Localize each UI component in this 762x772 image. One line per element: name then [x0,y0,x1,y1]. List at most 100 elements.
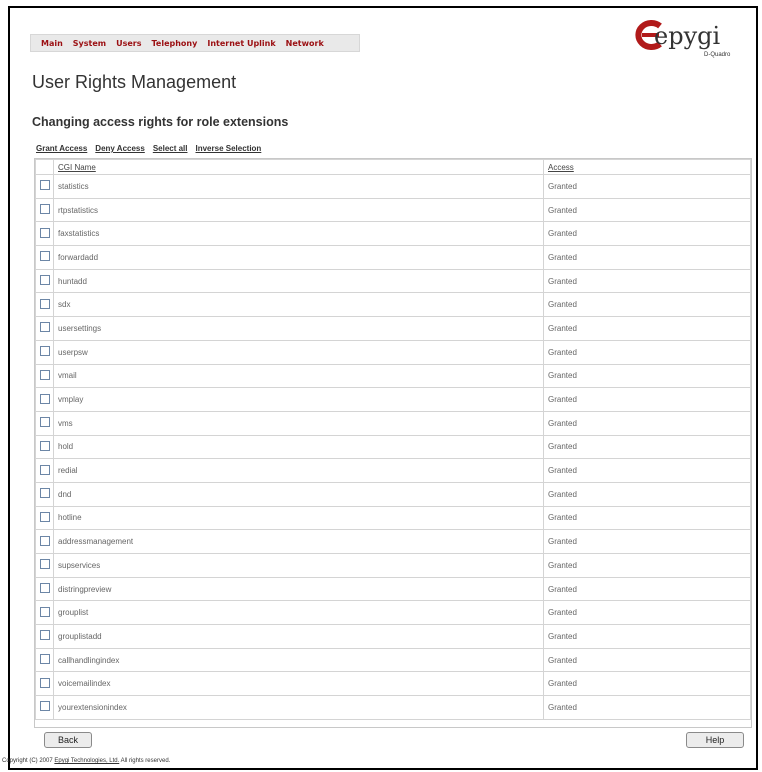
access-cell: Granted [543,174,751,199]
cgi-name-cell: supservices [53,553,544,578]
header-access[interactable]: Access [543,159,751,175]
row-checkbox[interactable] [39,369,50,380]
row-checkbox[interactable] [39,701,50,712]
row-select-cell [35,481,54,507]
table-row: grouplist Granted [35,600,751,626]
table-row: grouplistadd Granted [35,624,751,649]
row-checkbox[interactable] [39,275,50,286]
row-select-cell [35,553,54,578]
row-select-cell [35,174,54,199]
row-checkbox[interactable] [39,606,50,617]
row-checkbox[interactable] [39,535,50,546]
access-cell: Granted [543,197,751,223]
row-checkbox[interactable] [39,204,50,215]
cgi-name-cell: faxstatistics [53,221,544,247]
access-cell: Granted [543,529,751,554]
access-cell: Granted [543,268,751,294]
header-cgi-name[interactable]: CGI Name [53,159,544,175]
menu-system[interactable]: System [73,39,106,48]
row-select-cell [35,600,54,626]
row-checkbox[interactable] [39,322,50,333]
access-cell: Granted [543,695,751,720]
cgi-name-cell: hold [53,434,544,460]
table-row: faxstatistics Granted [35,221,751,247]
cgi-name-cell: vmail [53,363,544,389]
access-cell: Granted [543,481,751,507]
table-row: callhandlingindex Granted [35,647,751,673]
row-checkbox[interactable] [39,440,50,451]
row-checkbox[interactable] [39,559,50,570]
access-cell: Granted [543,292,751,318]
page-subtitle: Changing access rights for role extensio… [32,115,289,129]
logo-word: epygi [654,22,721,50]
cgi-name-cell: rtpstatistics [53,197,544,223]
deny-access-link[interactable]: Deny Access [95,144,145,153]
row-select-cell [35,339,54,365]
row-checkbox[interactable] [39,488,50,499]
row-checkbox[interactable] [39,464,50,475]
row-select-cell [35,576,54,602]
cgi-name-cell: vms [53,410,544,436]
row-checkbox[interactable] [39,583,50,594]
row-checkbox[interactable] [39,630,50,641]
row-select-cell [35,363,54,389]
help-button[interactable]: Help [686,732,744,748]
table-row: usersettings Granted [35,316,751,341]
bottom-bar: Back Help [34,732,752,748]
company-link[interactable]: Epygi Technologies, Ltd. [54,758,119,764]
inverse-selection-link[interactable]: Inverse Selection [196,144,262,153]
table-row: supservices Granted [35,553,751,578]
grant-access-link[interactable]: Grant Access [36,144,87,153]
cgi-name-cell: grouplistadd [53,624,544,649]
menu-internet-uplink[interactable]: Internet Uplink [207,39,275,48]
access-cell: Granted [543,600,751,626]
row-select-cell [35,647,54,673]
action-toolbar: Grant Access Deny Access Select all Inve… [36,144,261,153]
row-select-cell [35,292,54,318]
table-row: userpsw Granted [35,339,751,365]
cgi-name-cell: yourextensionindex [53,695,544,720]
access-cell: Granted [543,339,751,365]
menu-users[interactable]: Users [116,39,141,48]
cgi-name-cell: usersettings [53,316,544,341]
access-cell: Granted [543,434,751,460]
access-cell: Granted [543,221,751,247]
back-button[interactable]: Back [44,732,92,748]
row-select-cell [35,316,54,341]
access-cell: Granted [543,647,751,673]
access-cell: Granted [543,387,751,412]
page-frame: Main System Users Telephony Internet Upl… [8,6,758,770]
menu-main[interactable]: Main [41,39,63,48]
table-row: hotline Granted [35,505,751,531]
table-row: hold Granted [35,434,751,460]
row-checkbox[interactable] [39,654,50,665]
access-cell: Granted [543,410,751,436]
row-checkbox[interactable] [39,511,50,522]
access-cell: Granted [543,245,751,270]
copyright-prefix: Copyright (C) 2007 [2,758,55,764]
row-checkbox[interactable] [39,251,50,262]
table-row: statistics Granted [35,174,751,199]
menu-network[interactable]: Network [286,39,324,48]
table-row: addressmanagement Granted [35,529,751,554]
table-row: vmplay Granted [35,387,751,412]
cgi-name-cell: huntadd [53,268,544,294]
row-checkbox[interactable] [39,298,50,309]
row-checkbox[interactable] [39,393,50,404]
row-checkbox[interactable] [39,180,50,191]
access-cell: Granted [543,576,751,602]
row-checkbox[interactable] [39,677,50,688]
row-select-cell [35,221,54,247]
row-checkbox[interactable] [39,346,50,357]
access-cell: Granted [543,553,751,578]
table-row: vms Granted [35,410,751,436]
access-cell: Granted [543,624,751,649]
row-checkbox[interactable] [39,227,50,238]
cgi-name-cell: dnd [53,481,544,507]
cgi-name-cell: voicemailindex [53,671,544,697]
select-all-link[interactable]: Select all [153,144,188,153]
header-select [35,159,54,175]
menu-telephony[interactable]: Telephony [152,39,198,48]
row-checkbox[interactable] [39,417,50,428]
row-select-cell [35,624,54,649]
